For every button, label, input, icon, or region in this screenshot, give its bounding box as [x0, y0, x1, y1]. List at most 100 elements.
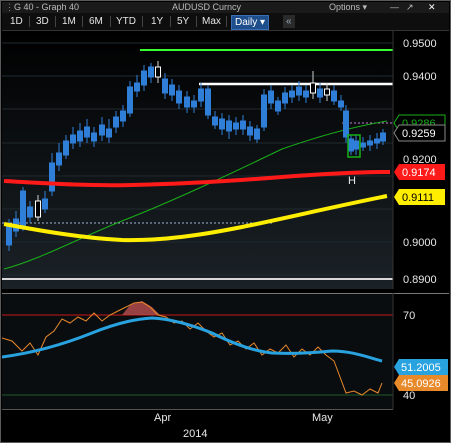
candle-body — [205, 88, 211, 116]
candle-body — [317, 88, 323, 98]
marker-letter: H — [348, 175, 356, 187]
candle-body — [261, 94, 267, 128]
separator — [142, 16, 143, 27]
range-6m[interactable]: 6M — [89, 15, 103, 28]
candle-body — [20, 190, 26, 228]
axis-tick: 0.9400 — [403, 71, 437, 83]
candle-body — [184, 96, 190, 108]
candle-body — [233, 122, 239, 130]
candle-body — [56, 152, 62, 166]
osc-tick: 70 — [403, 310, 415, 322]
candle-body — [63, 140, 69, 156]
candle-body — [127, 86, 133, 114]
chart-window: ⋮ G 40 - Graph 40 AUDUSD Curncy Options … — [0, 0, 451, 443]
period-select[interactable]: Daily ▾ — [231, 15, 270, 30]
osc-tag-orange-text: 45.0926 — [401, 378, 441, 390]
candle-body — [155, 66, 161, 78]
axis-tick: 0.9000 — [403, 237, 437, 249]
candle-body — [303, 90, 309, 98]
candle-body — [148, 66, 154, 78]
candle-body — [169, 84, 175, 96]
candle-body — [219, 118, 225, 130]
candle-body — [226, 120, 232, 132]
osc-axis: 70 40 51.2005 45.0926 — [392, 293, 448, 409]
window-title: G 40 - Graph 40 — [14, 2, 80, 12]
range-toolbar: 1D 3D 1M 6M YTD 1Y 5Y Max Daily ▾ « — [2, 13, 449, 31]
candle-body — [367, 140, 373, 146]
range-ytd[interactable]: YTD — [116, 15, 136, 28]
candle-body — [42, 198, 48, 210]
window-menu-icon[interactable]: ⋮ — [5, 2, 14, 13]
candle-body — [254, 128, 260, 140]
candle-body — [374, 138, 380, 144]
candle-body — [27, 206, 33, 218]
axis-tick: 0.9500 — [403, 38, 437, 50]
separator — [170, 16, 171, 27]
separator — [226, 16, 227, 27]
range-1m[interactable]: 1M — [62, 15, 76, 28]
separator — [55, 16, 56, 27]
candle-body — [99, 124, 105, 136]
candle-body — [6, 226, 12, 246]
candle-body — [70, 134, 76, 144]
osc-tag-blue-text: 51.2005 — [401, 362, 441, 374]
osc-tick: 40 — [403, 390, 415, 402]
candle-body — [91, 132, 97, 142]
candle-body — [353, 140, 359, 150]
candle-body — [106, 128, 112, 138]
candle-body — [84, 126, 90, 138]
price-chart: H 0.9500 0.9400 0.9200 0.9000 0.8900 0.9… — [2, 31, 446, 289]
candle-body — [77, 130, 83, 142]
candle-body — [198, 88, 204, 102]
price-tag-last-text: 0.9259 — [402, 128, 436, 140]
candle-body — [212, 116, 218, 126]
candle-body — [331, 90, 337, 102]
candle-body — [191, 100, 197, 108]
minimize-icon[interactable]: — — [390, 2, 399, 13]
candle-body — [268, 90, 274, 104]
candle-body — [348, 138, 354, 152]
month-label-apr: Apr — [154, 412, 171, 424]
candle-body — [360, 142, 366, 148]
candle-body — [240, 120, 246, 130]
candle-body — [289, 90, 295, 98]
collapse-button[interactable]: « — [283, 15, 295, 28]
period-label: Daily — [235, 17, 258, 28]
axis-tick: 0.8900 — [403, 274, 437, 286]
security-name: AUDUSD Curncy — [172, 2, 242, 12]
candle-body — [141, 70, 147, 86]
export-icon[interactable]: ↗ — [406, 2, 414, 13]
candle-body — [338, 100, 344, 108]
range-5y[interactable]: 5Y — [177, 15, 189, 28]
candle-body — [134, 82, 140, 92]
candle-body — [282, 92, 288, 104]
candle-body — [49, 162, 55, 192]
separator — [82, 16, 83, 27]
range-1y[interactable]: 1Y — [151, 15, 163, 28]
candle-body — [176, 90, 182, 104]
range-max[interactable]: Max — [202, 15, 221, 28]
separator — [110, 16, 111, 27]
separator — [29, 16, 30, 27]
time-axis: Apr May 2014 — [2, 409, 393, 440]
range-1d[interactable]: 1D — [10, 15, 23, 28]
separator — [196, 16, 197, 27]
title-bar: ⋮ G 40 - Graph 40 AUDUSD Curncy Options … — [2, 2, 449, 13]
candle-body — [380, 132, 386, 142]
candle-body — [162, 78, 168, 94]
candle-body — [247, 126, 253, 136]
candle-body — [120, 110, 126, 122]
options-label: Options — [329, 2, 361, 12]
candle-body — [275, 100, 281, 112]
month-label-may: May — [312, 412, 333, 424]
candle-body — [296, 86, 302, 96]
close-icon[interactable]: ✕ — [428, 2, 436, 13]
year-label: 2014 — [183, 428, 207, 440]
candle-body — [35, 200, 41, 218]
candle-body — [113, 116, 119, 128]
range-3d[interactable]: 3D — [36, 15, 49, 28]
price-tag-red-text: 0.9174 — [402, 167, 436, 179]
options-menu[interactable]: Options ▾ — [329, 2, 367, 13]
candle-body — [343, 110, 349, 138]
oscillator-chart: 70 40 51.2005 45.0926 — [2, 293, 449, 409]
